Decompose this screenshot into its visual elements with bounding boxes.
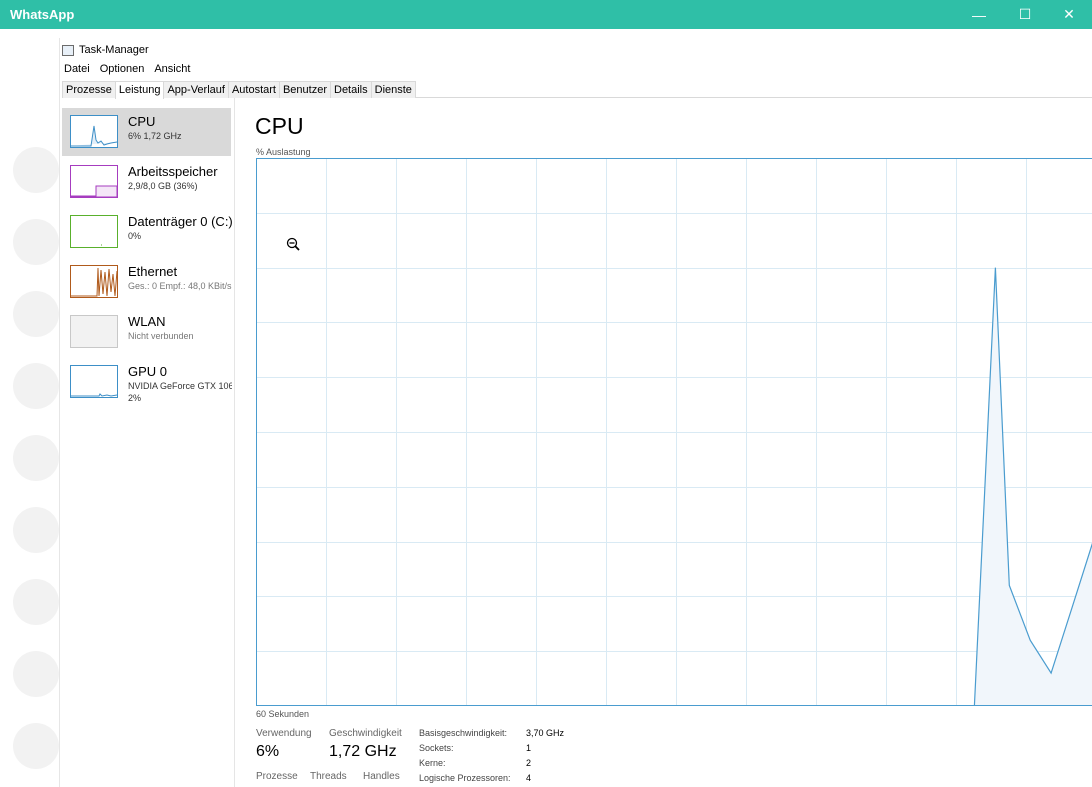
sidebar-item-label: GPU 0 (128, 364, 168, 379)
avatar[interactable] (13, 507, 59, 553)
sidebar-item-sub: Ges.: 0 Empf.: 48,0 KBit/s (128, 281, 232, 291)
detail-key: Kerne: (419, 758, 446, 768)
tab-bar: Prozesse Leistung App-Verlauf Autostart … (62, 81, 1092, 99)
usage-label: Verwendung (256, 728, 312, 739)
window-title: WhatsApp (10, 7, 75, 22)
wlan-thumbnail-graph (70, 315, 118, 348)
minimize-button[interactable]: — (956, 0, 1002, 29)
sidebar-item-sub: NVIDIA GeForce GTX 1060 (128, 381, 232, 391)
tab-leistung[interactable]: Leistung (114, 81, 165, 99)
speed-label: Geschwindigkeit (329, 728, 402, 739)
avatar[interactable] (13, 363, 59, 409)
sidebar-item-sub: 2,9/8,0 GB (36%) (128, 181, 198, 191)
avatar[interactable] (13, 147, 59, 193)
sidebar-item-sub: Nicht verbunden (128, 331, 194, 341)
sidebar-item-sub: 6% 1,72 GHz (128, 131, 182, 141)
cpu-usage-line (256, 267, 1092, 706)
detail-key: Basisgeschwindigkeit: (419, 728, 508, 738)
menu-datei[interactable]: Datei (64, 63, 90, 75)
menu-bar: Datei Optionen Ansicht (64, 63, 190, 75)
sidebar-item-gpu[interactable]: GPU 0 NVIDIA GeForce GTX 1060 2% (62, 358, 232, 406)
sidebar-item-sub2: 2% (128, 393, 142, 403)
sidebar-item-label: Datenträger 0 (C:) (128, 214, 233, 229)
avatar[interactable] (13, 219, 59, 265)
tab-details[interactable]: Details (330, 81, 372, 98)
usage-value: 6% (256, 743, 280, 760)
menu-ansicht[interactable]: Ansicht (154, 63, 190, 75)
avatar[interactable] (13, 651, 59, 697)
cpu-usage-graph (256, 158, 1092, 706)
gpu-thumbnail-graph (70, 365, 118, 398)
avatar[interactable] (13, 435, 59, 481)
cpu-thumbnail-graph (70, 115, 118, 148)
cpu-usage-area (256, 267, 1092, 706)
chat-avatar-column (0, 29, 60, 787)
sidebar-item-ethernet[interactable]: Ethernet Ges.: 0 Empf.: 48,0 KBit/s (62, 258, 232, 306)
sidebar-item-label: Ethernet (128, 264, 178, 279)
sidebar-item-datentraeger[interactable]: Datenträger 0 (C:) 0% (62, 208, 233, 256)
processes-label: Prozesse (256, 771, 298, 782)
sidebar-item-sub: 0% (128, 231, 142, 241)
tab-prozesse[interactable]: Prozesse (62, 81, 116, 98)
performance-sidebar: CPU 6% 1,72 GHz Arbeitsspeicher 2,9/8,0 … (60, 98, 235, 787)
sidebar-item-label: Arbeitsspeicher (128, 164, 218, 179)
speed-value: 1,72 GHz (329, 743, 397, 760)
sidebar-item-arbeitsspeicher[interactable]: Arbeitsspeicher 2,9/8,0 GB (36%) (62, 158, 231, 206)
sidebar-item-label: CPU (128, 114, 156, 129)
detail-value: 4 (526, 773, 532, 783)
memory-thumbnail-graph (70, 165, 118, 198)
tab-dienste[interactable]: Dienste (370, 81, 416, 98)
tab-autostart[interactable]: Autostart (227, 81, 280, 98)
task-manager-window: Task-Manager Datei Optionen Ansicht Proz… (59, 38, 1092, 787)
tab-benutzer[interactable]: Benutzer (278, 81, 331, 98)
window-titlebar: WhatsApp — ☐ ✕ (0, 0, 1092, 29)
detail-key: Logische Prozessoren: (419, 773, 511, 783)
close-button[interactable]: ✕ (1046, 0, 1092, 29)
menu-optionen[interactable]: Optionen (100, 63, 145, 75)
detail-value: 3,70 GHz (526, 728, 565, 738)
detail-key: Sockets: (419, 743, 454, 753)
task-manager-icon (62, 44, 74, 56)
maximize-button[interactable]: ☐ (1002, 0, 1048, 29)
task-manager-titlebar: Task-Manager (62, 44, 149, 56)
tab-app-verlauf[interactable]: App-Verlauf (163, 81, 229, 98)
avatar[interactable] (13, 579, 59, 625)
handles-label: Handles (363, 771, 400, 782)
page-title: CPU (255, 113, 304, 139)
zoom-out-cursor-icon (286, 237, 300, 251)
disk-thumbnail-graph (70, 215, 118, 248)
detail-value: 2 (526, 758, 532, 768)
sidebar-item-cpu[interactable]: CPU 6% 1,72 GHz (62, 108, 231, 156)
avatar[interactable] (13, 723, 59, 769)
task-manager-title: Task-Manager (79, 44, 149, 56)
y-axis-label: % Auslastung (256, 147, 311, 157)
ethernet-thumbnail-graph (70, 265, 118, 298)
x-axis-label: 60 Sekunden (256, 709, 310, 719)
detail-value: 1 (526, 743, 532, 753)
avatar[interactable] (13, 291, 59, 337)
sidebar-item-label: WLAN (128, 314, 166, 329)
sidebar-item-wlan[interactable]: WLAN Nicht verbunden (62, 308, 231, 356)
threads-label: Threads (310, 771, 347, 782)
